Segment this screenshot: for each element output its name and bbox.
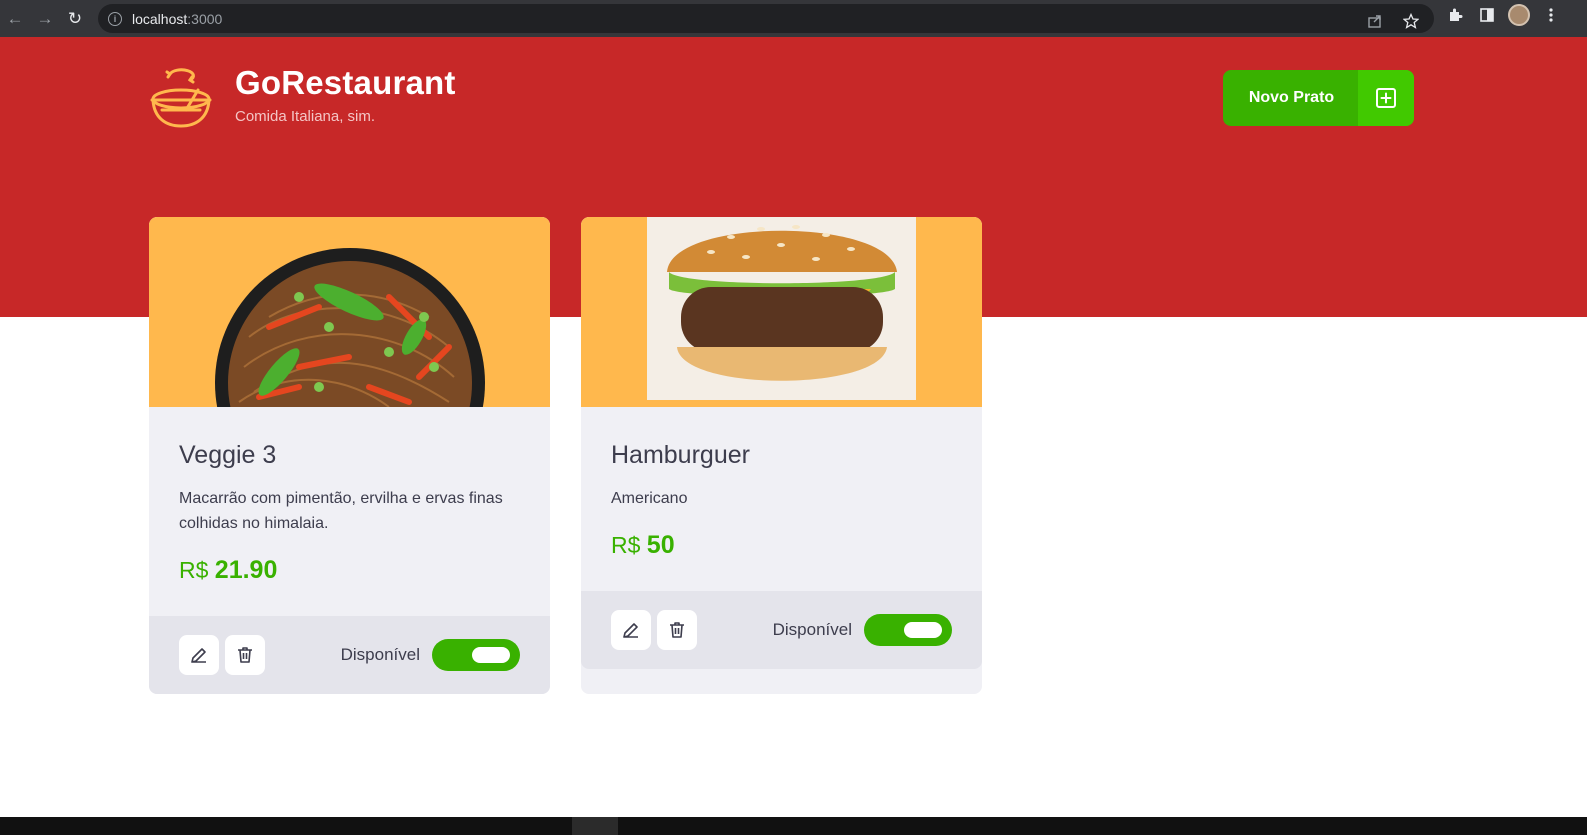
trash-icon <box>238 647 252 663</box>
browser-toolbar: ← → ↻ i localhost:3000 <box>0 0 1587 37</box>
delete-button[interactable] <box>225 635 265 675</box>
availability-toggle[interactable] <box>432 639 520 671</box>
app-title: GoRestaurant <box>235 64 456 101</box>
toggle-knob <box>904 622 942 638</box>
taskbar-item[interactable] <box>572 817 618 835</box>
edit-icon <box>191 648 206 663</box>
edit-icon <box>623 623 638 638</box>
address-bar[interactable]: i localhost:3000 <box>98 4 1434 33</box>
availability-label: Disponível <box>772 620 852 639</box>
dish-description: Macarrão com pimentão, ervilha e ervas f… <box>179 490 503 532</box>
availability-label: Disponível <box>340 645 420 664</box>
price-currency: R$ <box>611 532 641 558</box>
bowl-logo-icon <box>148 66 214 130</box>
hamburger-image <box>647 217 916 400</box>
url-host: localhost <box>132 10 188 27</box>
back-icon[interactable]: ← <box>0 4 30 34</box>
card-footer: Disponível <box>149 616 550 694</box>
url-port: :3000 <box>187 10 223 27</box>
new-dish-button[interactable]: Novo Prato <box>1223 70 1414 126</box>
price-currency: R$ <box>179 557 209 583</box>
delete-button[interactable] <box>657 610 697 650</box>
bookmark-star-icon[interactable] <box>1400 10 1422 32</box>
forward-icon[interactable]: → <box>30 4 60 34</box>
extensions-icon[interactable] <box>1444 4 1466 26</box>
dish-name: Veggie 3 <box>179 441 277 469</box>
app-subtitle: Comida Italiana, sim. <box>235 108 376 125</box>
more-menu-icon[interactable] <box>1540 4 1562 26</box>
side-panel-icon[interactable] <box>1476 4 1498 26</box>
price-value: 50 <box>646 531 675 559</box>
noodles-dish-image <box>215 248 485 407</box>
dish-price: R$ 21.90 <box>179 556 520 585</box>
food-image <box>581 217 982 407</box>
edit-button[interactable] <box>611 610 651 650</box>
toggle-knob <box>472 647 510 663</box>
site-info-icon[interactable]: i <box>108 11 122 26</box>
price-value: 21.90 <box>214 556 278 584</box>
profile-avatar[interactable] <box>1508 4 1530 26</box>
trash-icon <box>670 622 684 638</box>
edit-button[interactable] <box>179 635 219 675</box>
availability-toggle[interactable] <box>864 614 952 646</box>
dish-name: Hamburguer <box>611 441 750 469</box>
share-icon[interactable] <box>1364 10 1386 32</box>
plus-square-icon <box>1358 70 1414 126</box>
card-footer: Disponível <box>581 591 982 669</box>
food-card: Hamburguer Americano R$ 50 Disponível <box>581 217 982 694</box>
food-card: Veggie 3 Macarrão com pimentão, ervilha … <box>149 217 550 694</box>
new-dish-button-label: Novo Prato <box>1248 89 1335 106</box>
reload-icon[interactable]: ↻ <box>60 4 90 34</box>
dish-description: Americano <box>611 490 688 507</box>
os-taskbar <box>0 817 1587 835</box>
dish-price: R$ 50 <box>611 531 952 560</box>
food-image <box>149 217 550 407</box>
